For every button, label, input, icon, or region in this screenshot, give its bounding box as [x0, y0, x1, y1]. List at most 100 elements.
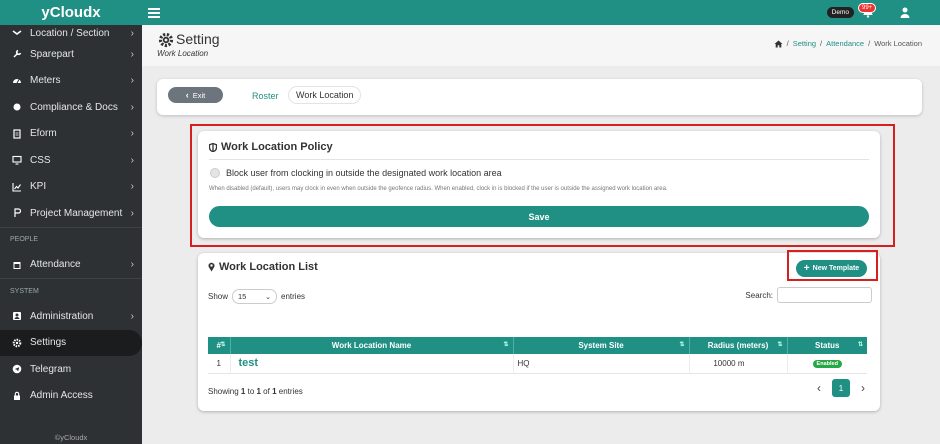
gear-icon [10, 336, 24, 350]
work-location-policy-card: Work Location Policy Block user from clo… [198, 131, 880, 238]
sidebar-item-label: Telegram [30, 363, 72, 375]
tab-roster[interactable]: Roster [252, 91, 279, 101]
sidebar-item-eform[interactable]: Eform › [0, 121, 142, 148]
project-icon [10, 206, 24, 220]
table-header-row: # ⇅ Work Location Name ⇅ System Site ⇅ Radi… [208, 337, 867, 354]
sidebar-item-label: KPI [30, 181, 47, 193]
column-header-radius[interactable]: Radius (meters) ⇅ [689, 337, 788, 354]
chevron-right-icon: › [861, 381, 865, 395]
list-title: Work Location List [208, 261, 318, 273]
chevron-left-icon: ‹ [817, 381, 821, 395]
sidebar-item-label: Compliance & Docs [30, 101, 118, 113]
chevron-right-icon: › [130, 259, 134, 271]
page-subtitle: Work Location [157, 49, 209, 58]
sidebar-item-sparepart[interactable]: Sparepart › [0, 41, 142, 68]
sidebar-item-administration[interactable]: Administration › [0, 303, 142, 330]
sidebar-item-attendance[interactable]: Attendance › [0, 252, 142, 279]
notification-button[interactable]: 99+ [858, 3, 877, 21]
sidebar-item-label: Meters [30, 75, 61, 87]
chevron-right-icon: › [130, 207, 134, 219]
user-card-icon [10, 309, 24, 323]
sidebar-item-kpi[interactable]: KPI › [0, 174, 142, 201]
sidebar-item-label: Attendance [30, 259, 81, 271]
copyright: ©yCloudx [54, 433, 88, 442]
sidebar-item-project-management[interactable]: Project Management › [0, 200, 142, 227]
sidebar-item-label: Admin Access [30, 390, 93, 402]
table-row[interactable]: 1 test HQ 10000 m Enabled [208, 354, 867, 373]
notification-count: 99+ [858, 3, 877, 13]
sidebar-item-label: Settings [30, 337, 67, 349]
sidebar-item-css[interactable]: CSS › [0, 147, 142, 174]
column-header-status[interactable]: Status ⇅ [787, 337, 867, 354]
page-button-1[interactable]: 1 [832, 379, 850, 397]
demo-badge[interactable]: Demo [826, 7, 854, 18]
entries-value: 15 [238, 292, 247, 301]
policy-hint: When disabled (default), users may clock… [209, 186, 668, 192]
hamburger-icon[interactable] [148, 7, 160, 18]
showing-info: Showing 1 to 1 of 1 entries [208, 387, 303, 396]
sidebar-item-admin-access[interactable]: Admin Access [0, 383, 142, 410]
tab-work-location[interactable]: Work Location [288, 86, 362, 104]
prev-page-button[interactable]: ‹ [810, 379, 828, 397]
section-header-people: PEOPLE [0, 226, 142, 252]
breadcrumb: / Setting / Attendance / Work Location [774, 39, 922, 48]
column-header-name[interactable]: Work Location Name ⇅ [230, 337, 514, 354]
list-title-text: Work Location List [219, 261, 318, 273]
sidebar-item-compliance[interactable]: Compliance & Docs › [0, 94, 142, 121]
section-header-system: SYSTEM [0, 278, 142, 303]
tabs-card: ‹ Exit Roster Work Location [157, 79, 922, 115]
entries-select[interactable]: 15 ⌄ [232, 289, 278, 304]
home-icon[interactable] [774, 40, 783, 48]
topbar: Demo 99+ [142, 0, 940, 25]
cell-site: HQ [513, 354, 690, 373]
work-location-list-card: Work Location List + New Template Show 1… [198, 253, 880, 411]
chevron-right-icon: › [130, 128, 134, 140]
map-marker-icon [208, 262, 215, 272]
chart-icon [10, 180, 24, 194]
sidebar: yCloudx Location / Section › Sparepart ›… [0, 0, 142, 444]
work-location-table: # ⇅ Work Location Name ⇅ System Site ⇅ Radi… [208, 337, 867, 374]
sidebar-item-label: Eform [30, 128, 57, 140]
sidebar-item-meters[interactable]: Meters › [0, 68, 142, 95]
breadcrumb-attendance[interactable]: Attendance [826, 39, 864, 48]
chevron-right-icon: › [130, 101, 134, 113]
block-clock-in-toggle[interactable] [210, 168, 220, 178]
shield-icon [209, 142, 217, 152]
calendar-icon [10, 258, 24, 272]
exit-label: Exit [192, 90, 206, 100]
sidebar-item-settings[interactable]: Settings [0, 329, 142, 356]
page-header: Setting Work Location / Setting / Attend… [142, 25, 940, 66]
lock-icon [10, 389, 24, 403]
show-entries: Show 15 ⌄ entries [208, 289, 305, 304]
sidebar-item-label: Location / Section [30, 27, 110, 39]
sidebar-item-label: Administration [30, 310, 94, 322]
column-header-site[interactable]: System Site ⇅ [513, 337, 690, 354]
divider [209, 159, 869, 160]
save-button[interactable]: Save [209, 206, 869, 227]
policy-title: Work Location Policy [209, 141, 333, 153]
next-page-button[interactable]: › [854, 379, 872, 397]
chevron-right-icon: › [130, 310, 134, 322]
chevron-right-icon: › [130, 48, 134, 60]
user-icon[interactable] [900, 7, 910, 21]
entries-label: entries [281, 292, 306, 301]
telegram-icon [10, 362, 24, 376]
search-input[interactable] [777, 287, 872, 303]
chevron-right-icon: › [130, 75, 134, 87]
breadcrumb-setting[interactable]: Setting [793, 39, 816, 48]
form-icon [10, 127, 24, 141]
chevron-right-icon: › [130, 154, 134, 166]
layers-icon [10, 26, 24, 40]
status-badge: Enabled [812, 360, 842, 369]
exit-button[interactable]: ‹ Exit [168, 87, 223, 103]
sidebar-item-telegram[interactable]: Telegram [0, 356, 142, 383]
sidebar-item-location-section[interactable]: Location / Section › [0, 25, 142, 41]
cell-name-link[interactable]: test [230, 354, 514, 373]
chevron-right-icon: › [130, 27, 134, 39]
page-title: Setting [176, 31, 220, 47]
search-row: Search: [745, 287, 872, 303]
monitor-icon [10, 153, 24, 167]
brand-logo[interactable]: yCloudx [0, 0, 142, 25]
sidebar-item-label: CSS [30, 154, 51, 166]
column-header-num[interactable]: # ⇅ [208, 337, 231, 354]
